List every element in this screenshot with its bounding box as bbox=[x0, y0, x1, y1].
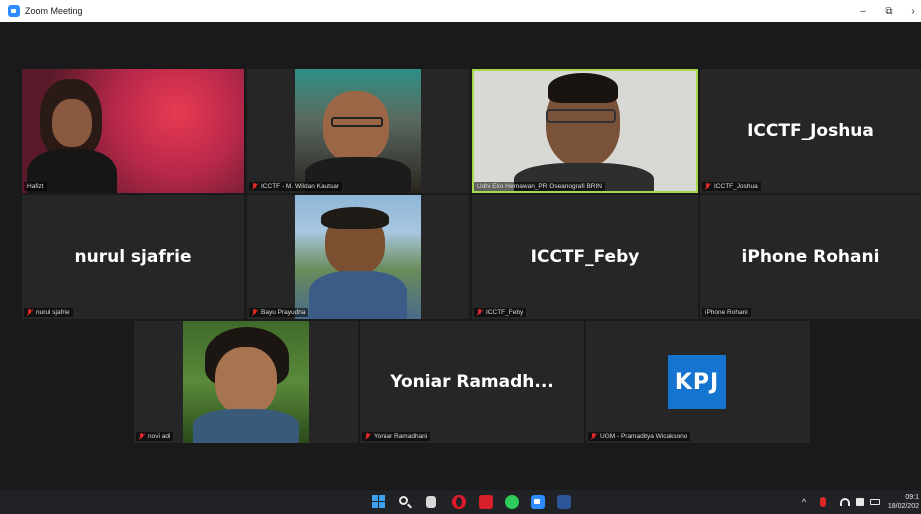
microphone-in-use-icon[interactable] bbox=[820, 497, 826, 507]
participant-video bbox=[183, 321, 309, 443]
zoom-taskbar-icon[interactable] bbox=[531, 495, 545, 509]
mic-muted-icon bbox=[477, 309, 483, 316]
participant-name-label: ICCTF - M. Wildan Kautsar bbox=[249, 182, 343, 191]
participant-tile-udhi-active-speaker[interactable]: Udhi Eko Hernawan_PR Oseanografi BRIN bbox=[472, 69, 698, 193]
participant-name-label: Hafizt bbox=[24, 182, 47, 191]
zoom-app-icon bbox=[8, 5, 20, 17]
window-title: Zoom Meeting bbox=[25, 6, 83, 16]
participant-display-name: ICCTF_Joshua bbox=[747, 121, 874, 141]
taskbar-clock[interactable]: 09:1 18/02/202 bbox=[888, 493, 919, 511]
participant-name-label: UGM - Pramaditya Wicaksono bbox=[588, 432, 691, 441]
participant-name-label: iPhone Rohani bbox=[702, 308, 751, 317]
participant-name-label: novi adi bbox=[136, 432, 174, 441]
participant-tile-hafizt[interactable]: Hafizt bbox=[22, 69, 244, 193]
participant-display-name: nurul sjafrie bbox=[74, 247, 192, 267]
wifi-icon[interactable] bbox=[840, 498, 850, 506]
participant-name-label: ICCTF_Joshua bbox=[702, 182, 761, 191]
participant-display-name: ICCTF_Feby bbox=[530, 247, 640, 267]
mic-muted-icon bbox=[252, 183, 258, 190]
opera-icon[interactable] bbox=[452, 495, 466, 509]
mic-muted-icon bbox=[139, 433, 145, 440]
search-icon[interactable] bbox=[398, 495, 412, 509]
participant-display-name: iPhone Rohani bbox=[741, 247, 880, 267]
whatsapp-icon[interactable] bbox=[505, 495, 519, 509]
participant-name-label: Yoniar Ramadhani bbox=[362, 432, 431, 441]
volume-icon[interactable] bbox=[856, 498, 864, 506]
tray-overflow-chevron[interactable]: ^ bbox=[802, 490, 806, 514]
participant-tile-pramaditya[interactable]: KPJ UGM - Pramaditya Wicaksono bbox=[586, 321, 810, 443]
mic-muted-icon bbox=[365, 433, 371, 440]
close-button[interactable]: › bbox=[902, 0, 921, 22]
battery-icon[interactable] bbox=[870, 499, 880, 505]
windows-start-icon[interactable] bbox=[372, 495, 386, 509]
file-explorer-icon[interactable] bbox=[426, 496, 436, 508]
participant-video bbox=[295, 195, 421, 319]
participant-name-label: nurul sjafrie bbox=[24, 308, 73, 317]
participant-name-label: Bayu Prayudha bbox=[249, 308, 309, 317]
participant-tile-nurul[interactable]: nurul sjafrie nurul sjafrie bbox=[22, 195, 244, 319]
mic-muted-icon bbox=[591, 433, 597, 440]
participant-tile-joshua[interactable]: ICCTF_Joshua ICCTF_Joshua bbox=[700, 69, 921, 193]
mic-muted-icon bbox=[252, 309, 258, 316]
video-gallery: Hafizt ICCTF - M. Wildan Kautsar Udhi Ek… bbox=[0, 22, 921, 490]
mic-muted-icon bbox=[705, 183, 711, 190]
participant-tile-iphone-rohani[interactable]: iPhone Rohani iPhone Rohani bbox=[700, 195, 921, 319]
minimize-button[interactable]: – bbox=[852, 0, 874, 22]
window-titlebar: Zoom Meeting – ⧉ › bbox=[0, 0, 921, 22]
participant-display-name: Yoniar Ramadh... bbox=[390, 372, 554, 392]
participant-tile-wildan[interactable]: ICCTF - M. Wildan Kautsar bbox=[247, 69, 469, 193]
clock-time: 09:1 bbox=[905, 494, 919, 501]
participant-name-label: ICCTF_Feby bbox=[474, 308, 527, 317]
acrobat-icon[interactable] bbox=[479, 495, 493, 509]
word-icon[interactable] bbox=[557, 495, 571, 509]
clock-date: 18/02/202 bbox=[887, 503, 919, 510]
participant-video bbox=[22, 69, 244, 193]
participant-video bbox=[295, 69, 421, 193]
participant-video bbox=[474, 71, 696, 191]
participant-tile-yoniar[interactable]: Yoniar Ramadh... Yoniar Ramadhani bbox=[360, 321, 584, 443]
participant-avatar-logo: KPJ bbox=[668, 355, 726, 409]
participant-name-label: Udhi Eko Hernawan_PR Oseanografi BRIN bbox=[474, 182, 606, 191]
restore-button[interactable]: ⧉ bbox=[878, 0, 900, 22]
participant-tile-feby[interactable]: ICCTF_Feby ICCTF_Feby bbox=[472, 195, 698, 319]
windows-taskbar: ^ 09:1 18/02/202 bbox=[0, 490, 921, 514]
participant-tile-bayu[interactable]: Bayu Prayudha bbox=[247, 195, 469, 319]
participant-tile-novi[interactable]: novi adi bbox=[134, 321, 358, 443]
mic-muted-icon bbox=[27, 309, 33, 316]
